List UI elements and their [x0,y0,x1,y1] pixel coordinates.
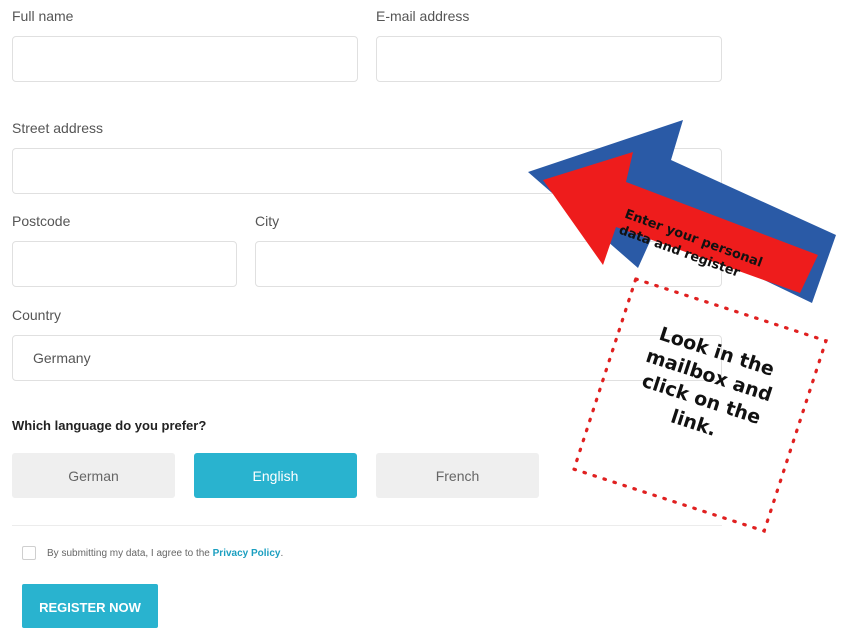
annotation-overlay [528,120,836,534]
